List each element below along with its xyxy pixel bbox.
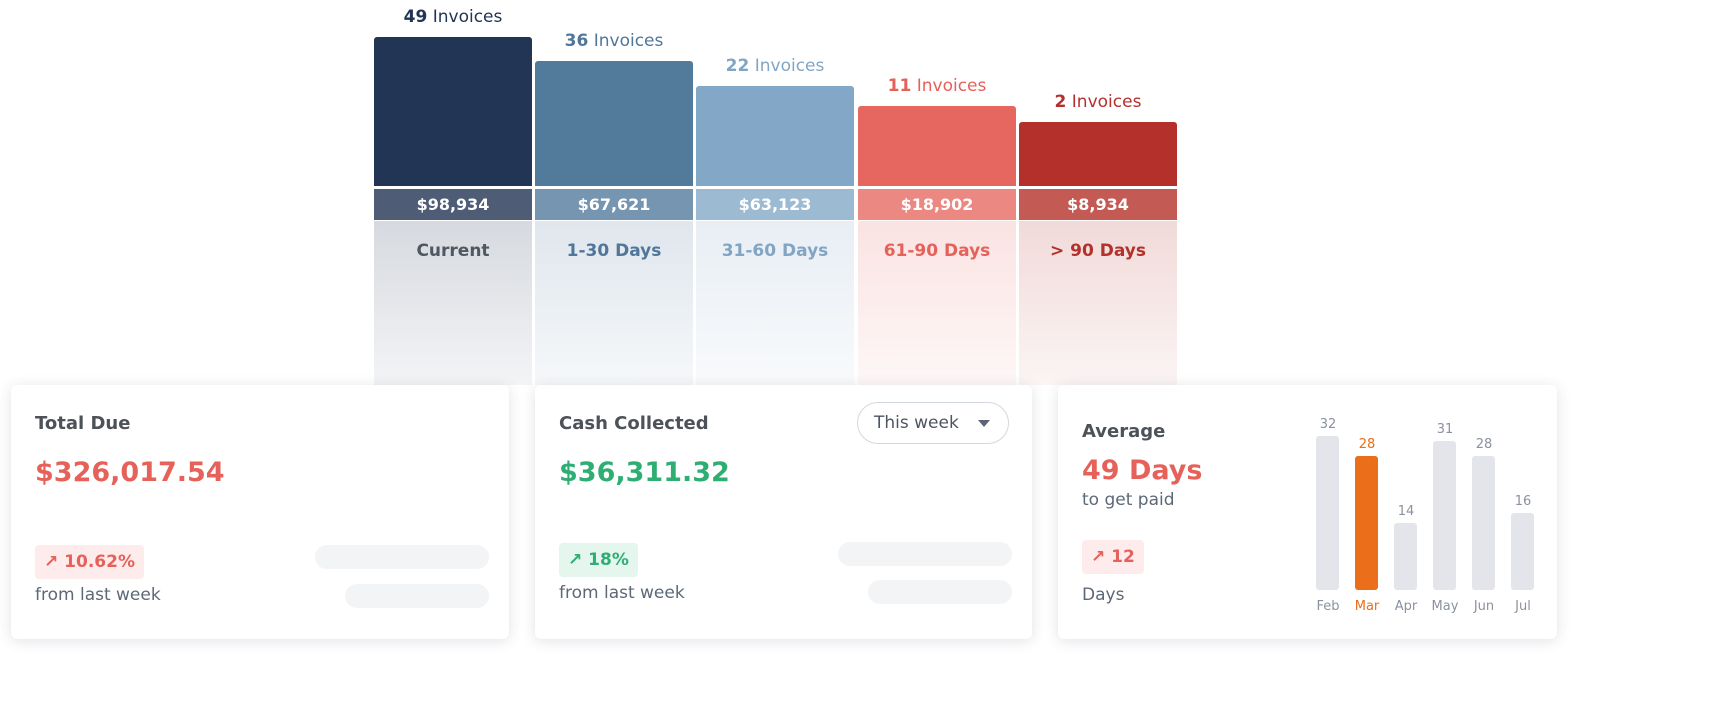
average-change-badge: ↗ 12 xyxy=(1082,540,1144,574)
month-label: Feb xyxy=(1316,599,1340,614)
aging-chart: 49 Invoices $98,934 Current 36 Invoices $67,… xyxy=(0,0,1731,400)
cash-collected-change-sub: from last week xyxy=(559,583,685,603)
month-value-label: 31 xyxy=(1436,422,1454,438)
invoice-count-label: 36 Invoices xyxy=(564,31,664,51)
month-bar xyxy=(1472,455,1495,590)
arrow-up-right-icon: ↗ xyxy=(1091,547,1106,567)
period-dropdown[interactable]: This week xyxy=(857,402,1009,444)
month-value-label: 16 xyxy=(1514,494,1532,510)
caret-down-icon xyxy=(978,420,990,427)
placeholder-bar xyxy=(345,584,489,608)
aging-bar xyxy=(1019,122,1177,186)
month-value-label: 28 xyxy=(1358,436,1376,452)
cash-collected-change: 18% xyxy=(588,550,629,570)
month-label: Jun xyxy=(1473,599,1495,614)
total-due-change-badge: ↗ 10.62% xyxy=(35,545,144,579)
placeholder-bar xyxy=(315,545,489,569)
aging-bar xyxy=(374,37,532,186)
month-label: Jul xyxy=(1515,599,1531,614)
total-due-value: $326,017.54 xyxy=(35,457,225,488)
average-card: Average 49 Days to get paid ↗ 12 Days 32… xyxy=(1058,385,1557,639)
invoice-count-label: 2 Invoices xyxy=(1054,92,1142,112)
month-label: Mar xyxy=(1354,599,1380,614)
month-bar xyxy=(1394,522,1417,590)
total-due-change-sub: from last week xyxy=(35,585,161,605)
aging-bucket-label: 61-90 Days xyxy=(858,221,1016,385)
aging-amount: $67,621 xyxy=(535,189,693,220)
cash-collected-title: Cash Collected xyxy=(559,413,709,434)
aging-bar xyxy=(535,61,693,186)
total-due-card: Total Due $326,017.54 ↗ 10.62% from last… xyxy=(11,385,509,639)
cash-collected-change-badge: ↗ 18% xyxy=(559,543,638,577)
month-bar xyxy=(1433,441,1456,590)
placeholder-bar xyxy=(868,580,1012,604)
month-label: May xyxy=(1431,599,1459,614)
placeholder-bar xyxy=(838,542,1012,566)
average-value: 49 Days xyxy=(1082,455,1203,486)
total-due-title: Total Due xyxy=(35,413,131,434)
aging-amount: $98,934 xyxy=(374,189,532,220)
average-change-sub: Days xyxy=(1082,585,1125,605)
month-value-label: 32 xyxy=(1319,417,1337,433)
month-value-label: 28 xyxy=(1475,436,1493,452)
aging-bucket-label: > 90 Days xyxy=(1019,221,1177,385)
arrow-up-right-icon: ↗ xyxy=(568,550,583,570)
total-due-change: 10.62% xyxy=(64,552,135,572)
month-bar xyxy=(1511,513,1534,590)
month-bar xyxy=(1316,436,1339,590)
aging-bucket-label: Current xyxy=(374,221,532,385)
aging-bar xyxy=(858,106,1016,186)
arrow-up-right-icon: ↗ xyxy=(44,552,59,572)
average-title: Average xyxy=(1082,421,1166,442)
invoice-count-label: 49 Invoices xyxy=(403,7,503,27)
period-dropdown-value: This week xyxy=(874,413,959,433)
aging-bar xyxy=(696,86,854,186)
average-sub: to get paid xyxy=(1082,490,1175,510)
average-change: 12 xyxy=(1111,547,1135,567)
aging-amount: $63,123 xyxy=(696,189,854,220)
aging-amount: $18,902 xyxy=(858,189,1016,220)
cash-collected-value: $36,311.32 xyxy=(559,457,730,488)
month-label: Apr xyxy=(1394,599,1418,614)
month-bar xyxy=(1355,455,1378,590)
cash-collected-card: Cash Collected This week $36,311.32 ↗ 18… xyxy=(535,385,1032,639)
invoice-count-label: 22 Invoices xyxy=(725,56,825,76)
month-value-label: 14 xyxy=(1397,503,1415,519)
aging-bucket-label: 31-60 Days xyxy=(696,221,854,385)
aging-amount: $8,934 xyxy=(1019,189,1177,220)
aging-bucket-label: 1-30 Days xyxy=(535,221,693,385)
